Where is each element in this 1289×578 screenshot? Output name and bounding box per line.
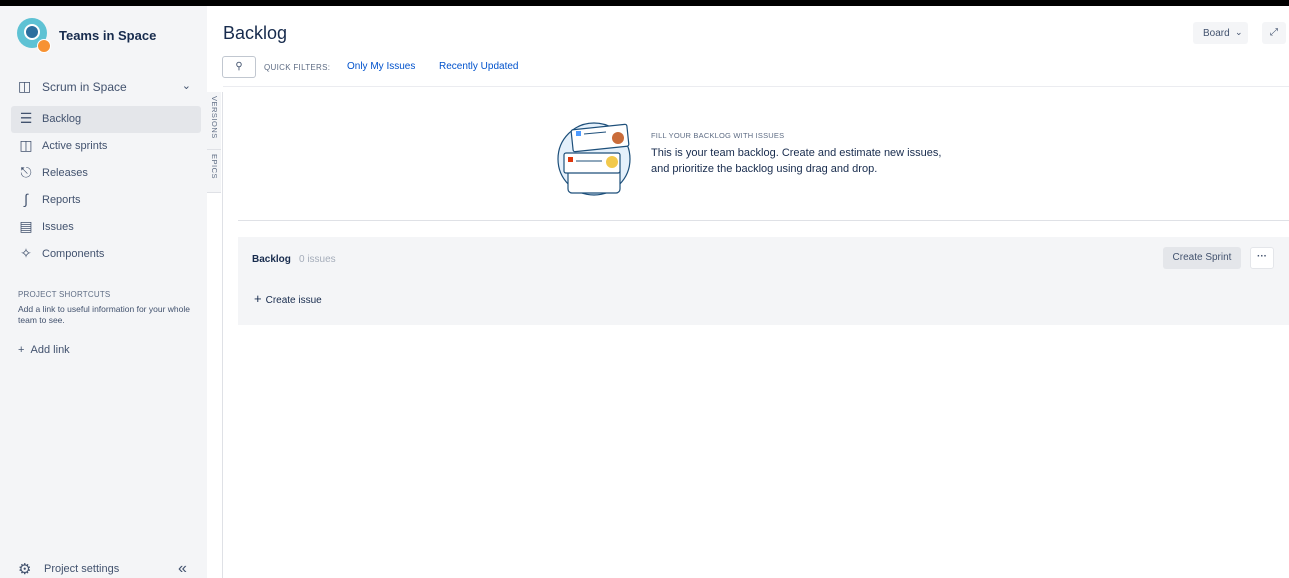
- sidebar-item-label: Issues: [42, 221, 74, 233]
- sidebar-item-label: Backlog: [42, 113, 82, 125]
- sidebar-item-label: Active sprints: [42, 140, 108, 152]
- add-link-button[interactable]: + Add link: [18, 344, 70, 356]
- sidebar-item-releases[interactable]: ⎋ Releases: [11, 160, 201, 187]
- board-name: Scrum in Space: [42, 80, 127, 94]
- sidebar-item-issues[interactable]: ▤ Issues: [11, 214, 201, 241]
- header-divider: [223, 86, 1289, 87]
- backlog-panel: Backlog 0 issues Create Sprint ··· + Crea…: [238, 237, 1289, 325]
- filter-only-my-issues[interactable]: Only My Issues: [347, 61, 415, 72]
- expand-icon[interactable]: ⤢: [1262, 22, 1286, 44]
- project-settings-label: Project settings: [44, 563, 120, 575]
- issues-icon: ▤: [19, 218, 33, 234]
- backlog-illustration: [557, 122, 631, 196]
- shortcuts-heading: PROJECT SHORTCUTS: [18, 290, 111, 299]
- add-link-label: Add link: [30, 344, 70, 356]
- tab-epics-label: EPICS: [210, 154, 219, 180]
- collapse-sidebar-icon[interactable]: «: [178, 560, 187, 578]
- board-switcher[interactable]: ◫ Scrum in Space ⌄: [18, 78, 196, 98]
- chart-line-icon: ∫: [24, 191, 28, 207]
- tab-epics[interactable]: EPICS: [207, 150, 221, 193]
- sidebar-item-backlog[interactable]: ☰ Backlog: [11, 106, 201, 133]
- empty-state-heading: FILL YOUR BACKLOG WITH ISSUES: [651, 131, 785, 140]
- create-issue-button[interactable]: + Create issue: [254, 291, 322, 306]
- filter-recently-updated[interactable]: Recently Updated: [439, 61, 519, 72]
- create-issue-label: Create issue: [265, 295, 322, 306]
- sidebar-item-active-sprints[interactable]: ◫ Active sprints: [11, 133, 201, 160]
- tab-versions[interactable]: VERSIONS: [207, 92, 221, 150]
- search-icon: ⚲: [235, 61, 243, 72]
- project-name[interactable]: Teams in Space: [59, 28, 156, 43]
- search-button[interactable]: ⚲: [222, 56, 256, 78]
- sidebar-item-components[interactable]: ✧ Components: [11, 241, 201, 268]
- avatar-face-icon: [24, 24, 40, 40]
- sidebar-item-label: Components: [42, 248, 105, 260]
- backlog-panel-title: Backlog: [252, 254, 291, 265]
- plus-icon: +: [254, 291, 262, 306]
- board-button-label: Board: [1203, 28, 1230, 39]
- gear-icon: ⚙: [18, 561, 32, 578]
- shortcuts-description: Add a link to useful information for you…: [18, 304, 190, 325]
- quick-filters-label: QUICK FILTERS:: [264, 63, 331, 72]
- empty-state-text: This is your team backlog. Create and es…: [651, 147, 942, 175]
- chevron-down-icon: ⌄: [1235, 27, 1243, 37]
- page-title: Backlog: [223, 23, 288, 43]
- ship-icon: ⎋: [20, 164, 32, 180]
- chevron-down-icon: ⌄: [181, 80, 191, 92]
- sidebar-item-label: Releases: [42, 167, 88, 179]
- vertical-tabs: VERSIONS EPICS: [207, 92, 223, 578]
- create-sprint-button[interactable]: Create Sprint: [1163, 247, 1241, 269]
- board-columns-icon: ◫: [19, 137, 33, 153]
- backlog-icon: ☰: [19, 110, 33, 126]
- more-actions-icon[interactable]: ···: [1250, 247, 1274, 269]
- puzzle-icon: ✧: [20, 245, 32, 261]
- plus-icon: +: [18, 344, 31, 356]
- board-icon: ◫: [18, 78, 32, 94]
- tab-versions-label: VERSIONS: [210, 96, 219, 139]
- sidebar-item-label: Reports: [42, 194, 81, 206]
- board-dropdown-button[interactable]: Board ⌄: [1193, 22, 1248, 44]
- project-avatar[interactable]: [17, 18, 51, 53]
- sidebar-item-reports[interactable]: ∫ Reports: [11, 187, 201, 214]
- content-divider: [238, 220, 1289, 221]
- avatar-badge-icon: [37, 39, 51, 53]
- issue-count: 0 issues: [299, 254, 336, 265]
- sidebar: Teams in Space ◫ Scrum in Space ⌄ ☰ Back…: [0, 6, 207, 578]
